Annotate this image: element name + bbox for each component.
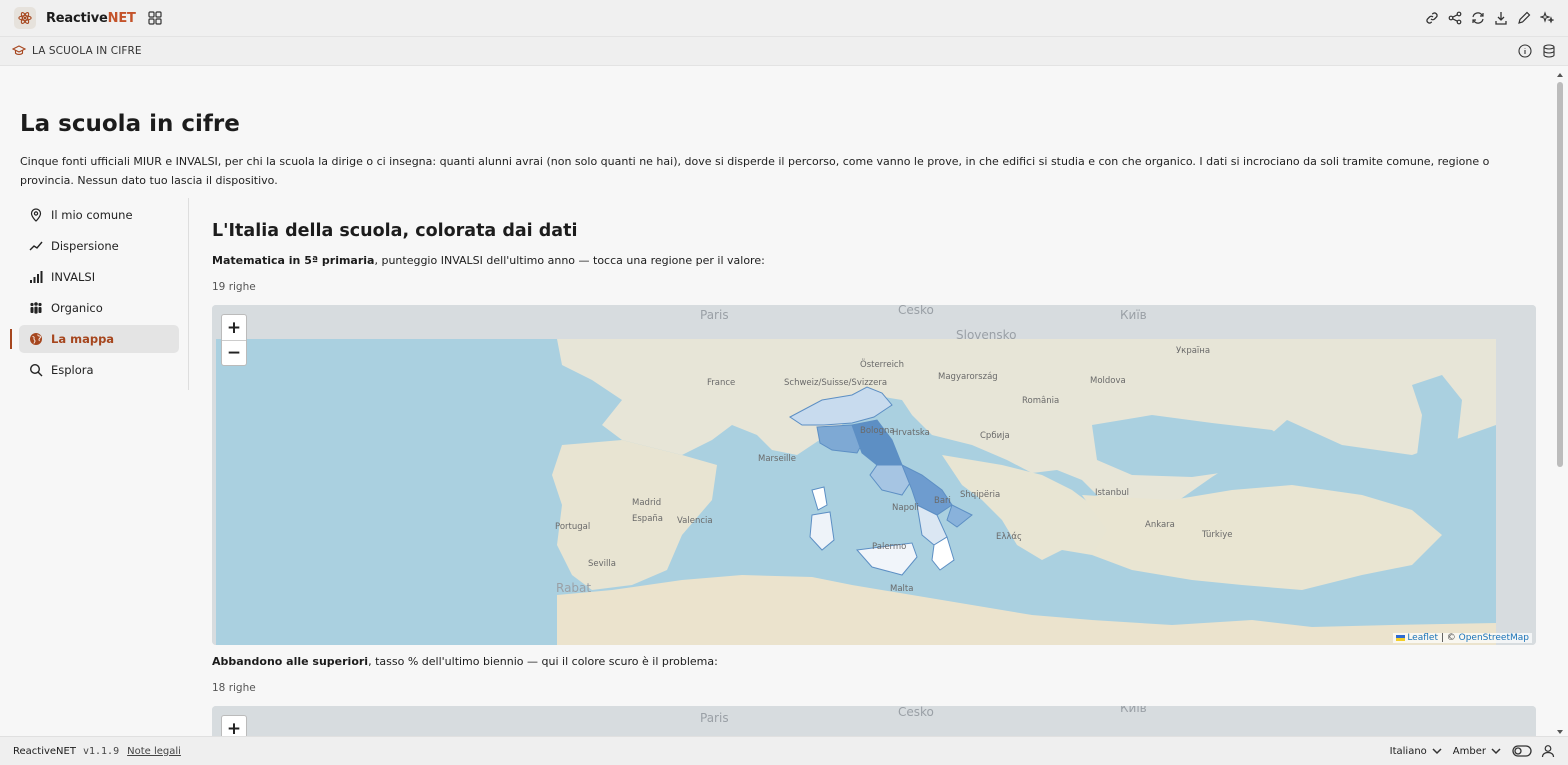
section-title: L'Italia della scuola, colorata dai dati	[212, 221, 578, 241]
leaflet-link[interactable]: Leaflet	[1407, 633, 1438, 643]
sidebar-item-label: La mappa	[51, 332, 115, 346]
scroll-down-arrow-icon[interactable]	[1554, 728, 1566, 736]
page-title: La scuola in cifre	[20, 111, 240, 137]
download-icon[interactable]	[1494, 11, 1508, 25]
legal-notes-link[interactable]: Note legali	[127, 746, 181, 757]
people-icon	[30, 302, 42, 314]
sidebar-item-la-mappa[interactable]: La mappa	[10, 325, 179, 353]
theme-select[interactable]: Amber	[1453, 744, 1503, 758]
sidebar-item-label: Il mio comune	[51, 208, 133, 222]
chevron-down-icon	[1491, 748, 1501, 755]
chevron-down-icon	[1432, 748, 1442, 755]
map-place: Київ	[1120, 706, 1147, 715]
osm-link[interactable]: OpenStreetMap	[1459, 633, 1529, 643]
map-place: Україна	[1176, 346, 1210, 356]
toggle-icon[interactable]	[1512, 745, 1532, 757]
map-pin-icon	[30, 208, 42, 222]
map-place: Србија	[980, 431, 1010, 441]
app-name[interactable]: ReactiveNET	[46, 11, 136, 26]
map-place: Shqipëria	[960, 490, 1000, 500]
sidebar-item-label: Organico	[51, 301, 103, 315]
sidebar-item-label: Dispersione	[51, 239, 119, 253]
map-place: Paris	[700, 711, 729, 725]
map-place: Rabat	[556, 581, 591, 595]
map-place: Slovensko	[956, 328, 1017, 342]
bar-signal-icon	[30, 271, 43, 283]
map-place: Ankara	[1145, 520, 1175, 530]
scroll-up-arrow-icon[interactable]	[1554, 71, 1566, 79]
map-place: Österreich	[860, 359, 904, 370]
map-place: Paris	[700, 308, 729, 322]
user-icon[interactable]	[1541, 744, 1555, 758]
sidebar-nav: Il mio comune Dispersione INVALSI Organi…	[10, 201, 179, 387]
map-place: Madrid	[632, 498, 661, 508]
map-place: Napoli	[892, 503, 919, 513]
footer-version: v1.1.9	[82, 745, 120, 757]
map-place: Türkiye	[1201, 530, 1232, 540]
map-place: Česko	[898, 706, 934, 719]
map-place: Valencia	[677, 516, 713, 526]
zoom-in-button[interactable]: +	[222, 315, 246, 340]
map1-row-count: 19 righe	[212, 281, 256, 293]
map-place: Marseille	[758, 454, 796, 464]
page-intro: Cinque fonti ufficiali MIUR e INVALSI, p…	[20, 155, 1490, 187]
map-place: Portugal	[555, 522, 590, 532]
map-place: Bologna	[860, 426, 895, 436]
map-attribution: Leaflet | © OpenStreetMap	[1393, 633, 1532, 643]
map-place: Magyarország	[938, 372, 998, 382]
sidebar-item-esplora[interactable]: Esplora	[19, 356, 179, 384]
ukraine-flag-icon	[1396, 634, 1406, 641]
map-place: Palermo	[872, 542, 906, 552]
map-place: Hrvatska	[892, 428, 930, 438]
zoom-out-button[interactable]: −	[222, 340, 246, 365]
breadcrumb-bar: LA SCUOLA IN CIFRE	[0, 37, 1568, 66]
map-place: Schweiz/Suisse/Svizzera	[784, 378, 887, 388]
sidebar-item-label: INVALSI	[51, 270, 96, 284]
map-place: România	[1022, 396, 1059, 406]
refresh-icon[interactable]	[1471, 11, 1485, 25]
map2-description: Abbandono alle superiori, tasso % dell'u…	[212, 655, 718, 668]
trend-line-icon	[29, 241, 43, 251]
search-icon	[29, 363, 43, 377]
globe-icon	[30, 333, 42, 345]
breadcrumb[interactable]: LA SCUOLA IN CIFRE	[32, 45, 142, 57]
map-place: Bari	[934, 496, 951, 506]
scroll-thumb[interactable]	[1557, 82, 1563, 467]
map-math-scores[interactable]: Paris Česko Київ Schweiz/Suisse/Svizzera…	[212, 305, 1536, 645]
map-place: España	[632, 514, 663, 524]
map-place: Moldova	[1090, 376, 1126, 386]
map2-row-count: 18 righe	[212, 682, 256, 694]
app-logo-icon[interactable]	[14, 7, 36, 29]
top-bar: ReactiveNET	[0, 0, 1568, 37]
database-icon[interactable]	[1542, 44, 1556, 58]
sidebar-item-invalsi[interactable]: INVALSI	[19, 263, 179, 291]
map-place: Ελλάς	[996, 532, 1022, 542]
sidebar-item-il-mio-comune[interactable]: Il mio comune	[19, 201, 179, 229]
sidebar-divider	[188, 198, 189, 390]
sparkles-icon[interactable]	[1540, 11, 1554, 25]
info-icon[interactable]	[1518, 44, 1532, 58]
map-tiles[interactable]: Paris Česko Київ Schweiz/Suisse/Svizzera…	[212, 305, 1536, 645]
map-place: France	[707, 378, 735, 388]
footer: ReactiveNET v1.1.9 Note legali Italiano …	[0, 736, 1568, 765]
sidebar-item-dispersione[interactable]: Dispersione	[19, 232, 179, 260]
footer-app-name: ReactiveNET	[13, 745, 76, 757]
map-place: Malta	[890, 584, 913, 594]
graduation-cap-icon	[12, 45, 26, 55]
map-place: Istanbul	[1095, 488, 1129, 498]
map-place: Sevilla	[588, 559, 616, 569]
share-icon[interactable]	[1448, 11, 1462, 25]
link-icon[interactable]	[1425, 11, 1439, 25]
language-select[interactable]: Italiano	[1390, 744, 1444, 758]
sidebar-item-organico[interactable]: Organico	[19, 294, 179, 322]
edit-pencil-icon[interactable]	[1517, 11, 1531, 25]
page-scrollbar[interactable]	[1554, 68, 1566, 736]
sidebar-item-label: Esplora	[51, 363, 94, 377]
map1-description: Matematica in 5ª primaria, punteggio INV…	[212, 254, 765, 267]
zoom-control: + −	[221, 314, 247, 366]
map-place: Česko	[898, 305, 934, 317]
apps-grid-icon[interactable]	[148, 11, 162, 25]
map-place: Київ	[1120, 308, 1147, 322]
